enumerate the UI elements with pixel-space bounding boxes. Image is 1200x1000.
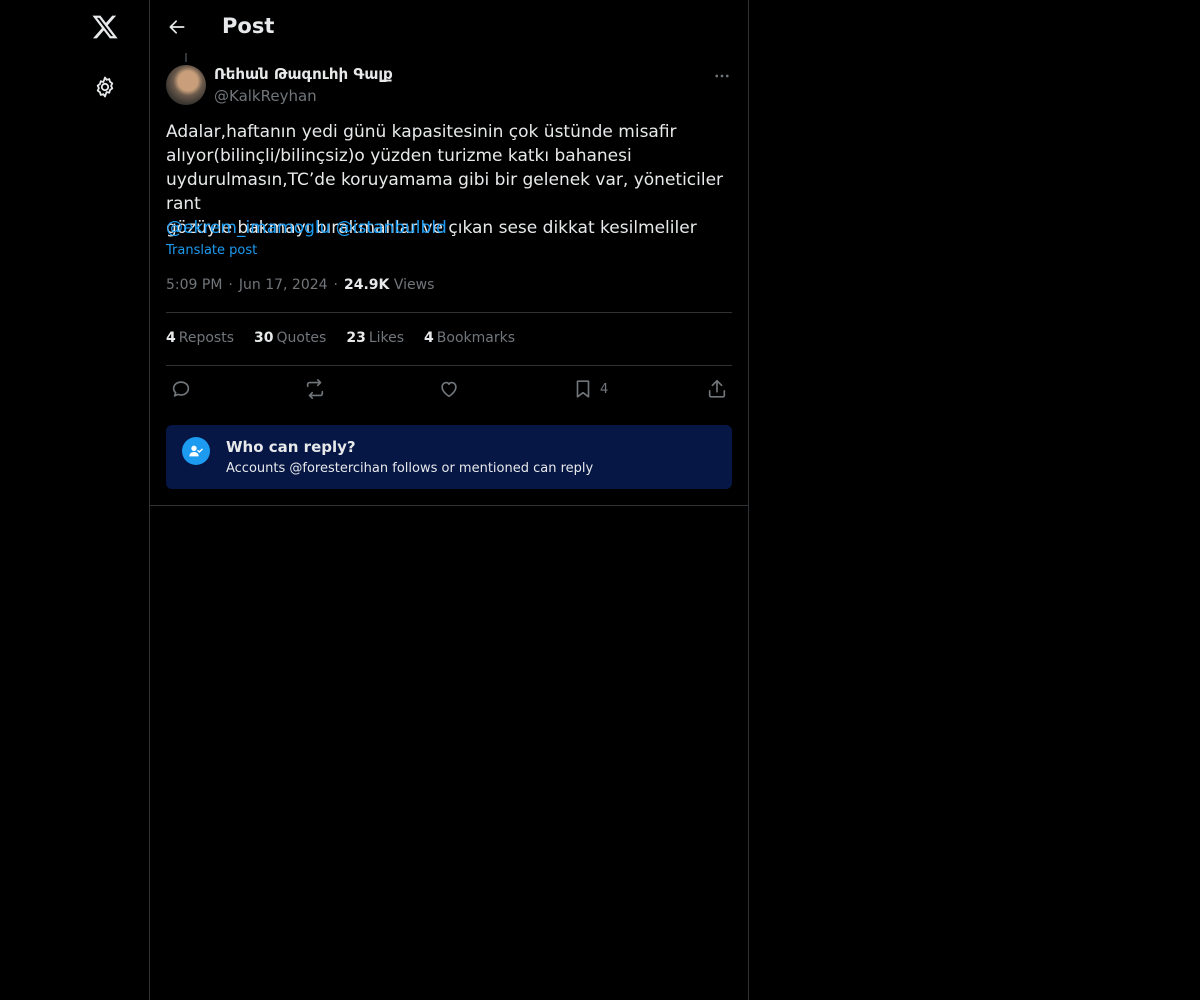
views-label: Views [393, 277, 435, 293]
stat-quotes[interactable]: 30 Quotes [254, 330, 326, 346]
bookmark-count: 4 [600, 381, 609, 397]
gear-icon[interactable] [90, 72, 120, 102]
reply-restriction-title: Who can reply? [226, 438, 356, 456]
stat-label: Likes [368, 330, 405, 346]
reply-restriction-box: Who can reply? Accounts @forestercihan f… [166, 425, 732, 489]
divider [166, 365, 732, 366]
stat-label: Bookmarks [436, 330, 516, 346]
mention-link[interactable]: @ekrem_imamoglu [166, 218, 330, 238]
page-title: Post [222, 14, 275, 38]
stat-count: 4 [424, 330, 434, 346]
more-horizontal-icon [715, 74, 729, 78]
stat-count: 23 [346, 330, 366, 346]
repost-icon [306, 379, 324, 399]
user-check-icon [182, 437, 210, 465]
reply-restriction-subtitle: Accounts @forestercihan follows or menti… [226, 461, 594, 476]
mention-link[interactable]: @istanbulbld [336, 218, 447, 238]
meta-separator: · [228, 277, 233, 293]
sidebar [0, 0, 150, 1000]
divider [150, 505, 748, 506]
share-icon [708, 379, 726, 398]
author-handle[interactable]: @KalkReyhan [214, 87, 317, 105]
post-stats: 4 Reposts 30 Quotes 23 Likes 4 Bookmarks [166, 330, 515, 346]
stat-label: Reposts [178, 330, 234, 346]
divider [166, 312, 732, 313]
stat-count: 4 [166, 330, 176, 346]
share-button[interactable] [706, 376, 728, 402]
reply-button[interactable] [170, 376, 192, 402]
stat-likes[interactable]: 23 Likes [346, 330, 404, 346]
arrow-left-icon [169, 20, 185, 34]
bookmark-button[interactable]: 4 [572, 376, 608, 402]
post-date[interactable]: Jun 17, 2024 [239, 277, 328, 293]
views-count: 24.9K [344, 277, 390, 293]
meta-separator: · [333, 277, 338, 293]
stat-count: 30 [254, 330, 274, 346]
bookmark-icon [576, 380, 590, 398]
x-logo-icon[interactable] [90, 12, 120, 42]
repost-button[interactable] [303, 376, 327, 402]
reply-icon [172, 381, 190, 397]
author-name[interactable]: Ռեհան Թագուհի Գալք [214, 65, 393, 83]
stat-bookmarks[interactable]: 4 Bookmarks [424, 330, 515, 346]
post-mentions: @ekrem_imamoglu @istanbulbld [166, 216, 447, 240]
views: 24.9K Views [344, 277, 434, 293]
more-button[interactable] [710, 64, 734, 88]
heart-icon [441, 381, 457, 398]
thread-line [185, 53, 187, 62]
avatar[interactable] [166, 65, 206, 105]
post-time[interactable]: 5:09 PM [166, 277, 222, 293]
like-button[interactable] [438, 376, 460, 402]
stat-reposts[interactable]: 4 Reposts [166, 330, 234, 346]
translate-post-link[interactable]: Translate post [166, 243, 257, 258]
post-actions: 4 [166, 376, 732, 402]
main-column: Post Ռեհան Թագուհի Գալք @KalkReyhan Adal… [150, 0, 749, 1000]
stat-label: Quotes [276, 330, 327, 346]
post-meta: 5:09 PM · Jun 17, 2024 · 24.9K Views [166, 277, 434, 293]
header: Post [150, 0, 748, 54]
back-button[interactable] [164, 14, 190, 40]
